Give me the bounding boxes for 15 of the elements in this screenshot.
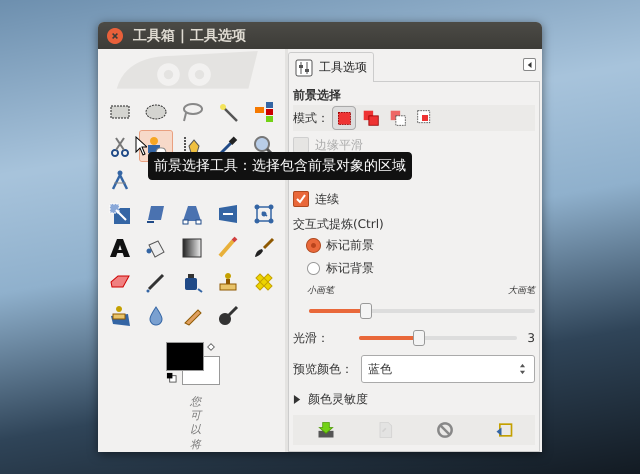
- slider-max-label: 大画笔: [508, 284, 535, 297]
- slider-min-label: 小画笔: [307, 284, 334, 297]
- refine-label: 交互式提炼(Ctrl): [293, 216, 385, 232]
- mode-label: 模式：: [293, 110, 329, 126]
- smoothing-label: 光滑：: [293, 330, 329, 346]
- checkbox-label: 连续: [315, 190, 339, 208]
- radio-label: 标记前景: [326, 237, 374, 254]
- preview-color-label: 预览颜色：: [293, 360, 353, 378]
- checkbox-label: 边缘平滑: [315, 136, 363, 154]
- window-title: 工具箱 | 工具选项: [133, 26, 246, 44]
- hint-text: 您可以将: [190, 394, 201, 452]
- smoothing-value: 3: [526, 331, 535, 345]
- tooltip: 前景选择工具：选择包含前景对象的区域: [148, 152, 412, 180]
- radio-label: 标记背景: [326, 260, 374, 277]
- section-heading: 前景选择: [293, 87, 342, 104]
